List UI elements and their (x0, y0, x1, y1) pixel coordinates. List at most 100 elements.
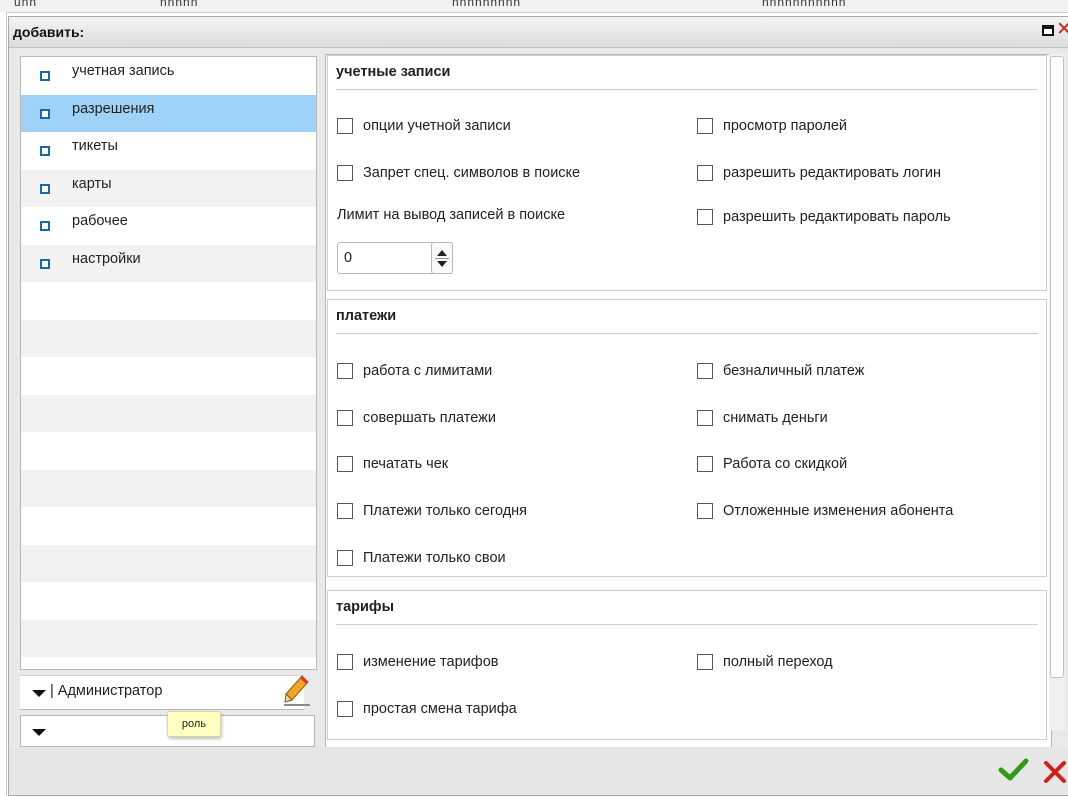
category-item-cards[interactable]: карты (21, 169, 316, 207)
checkbox-box[interactable] (697, 363, 713, 379)
stepper-arrows[interactable] (431, 242, 453, 274)
checkbox-cashless[interactable]: безналичный платеж (697, 363, 864, 379)
checkbox-deferred-changes[interactable]: Отложенные изменения абонента (697, 503, 953, 519)
checkbox-box[interactable] (337, 701, 353, 717)
checkbox-box[interactable] (697, 209, 713, 225)
scrollbar-thumb[interactable] (1050, 56, 1064, 678)
empty-row (21, 544, 316, 582)
checkbox-box[interactable] (337, 654, 353, 670)
checkbox-box[interactable] (337, 118, 353, 134)
checkbox-discount[interactable]: Работа со скидкой (697, 456, 847, 472)
checkbox-simple-tariff-change[interactable]: простая смена тарифа (337, 701, 517, 717)
checkbox-label: совершать платежи (363, 410, 496, 426)
stepper-up-icon[interactable] (437, 250, 447, 256)
category-item-permissions[interactable]: разрешения (21, 94, 316, 132)
section-title: учетные записи (336, 64, 1038, 90)
background-page-edge (0, 12, 7, 796)
dialog-title: добавить: (13, 24, 85, 40)
maximize-icon[interactable] (1042, 25, 1054, 36)
search-limit-stepper[interactable]: 0 (337, 242, 453, 274)
add-dialog: добавить: ✕ учетная запись разрешения ти… (8, 16, 1068, 796)
category-item-label: тикеты (72, 138, 118, 154)
empty-row (21, 507, 316, 545)
checkbox-box[interactable] (697, 456, 713, 472)
empty-row (21, 657, 316, 669)
checkbox-box[interactable] (337, 550, 353, 566)
checkbox-label: Отложенные изменения абонента (723, 503, 954, 519)
empty-row (21, 469, 316, 507)
empty-row (21, 282, 316, 320)
empty-row (21, 582, 316, 620)
checkbox-withdraw[interactable]: снимать деньги (697, 410, 828, 426)
square-bullet-icon (40, 71, 50, 81)
checkbox-box[interactable] (697, 654, 713, 670)
checkbox-full-transition[interactable]: полный переход (697, 654, 833, 670)
square-bullet-icon (40, 146, 50, 156)
section-title: платежи (336, 308, 1038, 334)
checkbox-box[interactable] (697, 410, 713, 426)
checkbox-label: просмотр паролей (723, 118, 848, 134)
checkbox-label: простая смена тарифа (363, 701, 517, 717)
checkbox-special-chars[interactable]: Запрет спец. символов в поиске (337, 165, 580, 181)
square-bullet-icon (40, 258, 50, 269)
category-item-tickets[interactable]: тикеты (21, 132, 316, 170)
square-bullet-icon (40, 183, 50, 194)
stepper-down-icon[interactable] (437, 261, 447, 267)
section-title: тарифы (336, 599, 1038, 625)
category-item-label: карты (72, 175, 112, 192)
permissions-pane: учетные записи опции учетной записи Запр… (325, 54, 1052, 749)
checkbox-print-receipt[interactable]: печатать чек (337, 456, 448, 472)
checkbox-box[interactable] (337, 503, 353, 519)
background-header-text: unn (14, 0, 38, 9)
role-tooltip: роль (167, 711, 221, 737)
role-select[interactable]: | Администратор (20, 675, 304, 710)
square-bullet-icon (40, 108, 50, 119)
checkbox-label: Работа со скидкой (723, 456, 848, 472)
checkmark-icon[interactable] (998, 757, 1030, 783)
pencil-icon[interactable] (282, 672, 312, 708)
checkbox-account-options[interactable]: опции учетной записи (337, 118, 511, 134)
category-item-account[interactable]: учетная запись (21, 57, 316, 95)
stepper-divider (435, 258, 449, 259)
checkbox-payments-own[interactable]: Платежи только свои (337, 550, 506, 566)
checkbox-tariff-change[interactable]: изменение тарифов (337, 654, 498, 670)
category-list: учетная запись разрешения тикеты карты р… (20, 56, 317, 670)
checkbox-label: разрешить редактировать логин (723, 165, 942, 181)
checkbox-box[interactable] (337, 165, 353, 181)
dialog-titlebar[interactable]: добавить: ✕ (9, 17, 1068, 48)
checkbox-label: изменение тарифов (363, 654, 499, 670)
checkbox-box[interactable] (697, 118, 713, 134)
role-select-value: | Администратор (50, 683, 163, 699)
category-item-label: разрешения (72, 100, 155, 117)
dropdown-arrow-icon (32, 729, 46, 736)
checkbox-box[interactable] (337, 363, 353, 379)
checkbox-box[interactable] (337, 410, 353, 426)
category-item-settings[interactable]: настройки (21, 244, 316, 282)
background-header-strip: unn nnnnn nnnnnnnnn nnnnnnnnnnn (0, 0, 1068, 13)
checkbox-make-payments[interactable]: совершать платежи (337, 410, 496, 426)
checkbox-box[interactable] (337, 456, 353, 472)
category-item-label: учетная запись (72, 63, 175, 79)
checkbox-view-passwords[interactable]: просмотр паролей (697, 118, 847, 134)
permissions-scrollbar[interactable] (1049, 54, 1065, 730)
checkbox-label: опции учетной записи (363, 118, 511, 134)
category-item-working[interactable]: рабочее (21, 207, 316, 245)
empty-row (21, 357, 316, 395)
checkbox-payments-today[interactable]: Платежи только сегодня (337, 503, 527, 519)
checkbox-edit-login[interactable]: разрешить редактировать логин (697, 165, 941, 181)
checkbox-limits[interactable]: работа с лимитами (337, 363, 492, 379)
background-header-text: nnnnn (160, 0, 199, 9)
search-limit-value[interactable]: 0 (344, 250, 352, 266)
background-header-text: nnnnnnnnn (452, 0, 522, 9)
checkbox-box[interactable] (697, 503, 713, 519)
close-icon[interactable]: ✕ (1056, 20, 1068, 39)
checkbox-box[interactable] (697, 165, 713, 181)
close-icon[interactable] (1042, 759, 1068, 785)
empty-row (21, 619, 316, 657)
section-accounts: учетные записи опции учетной записи Запр… (327, 55, 1047, 291)
search-limit-label: Лимит на вывод записей в поиске (337, 207, 566, 223)
category-item-label: настройки (72, 250, 141, 267)
empty-row (21, 319, 316, 357)
checkbox-label: Платежи только свои (363, 550, 506, 566)
checkbox-edit-password[interactable]: разрешить редактировать пароль (697, 209, 951, 225)
